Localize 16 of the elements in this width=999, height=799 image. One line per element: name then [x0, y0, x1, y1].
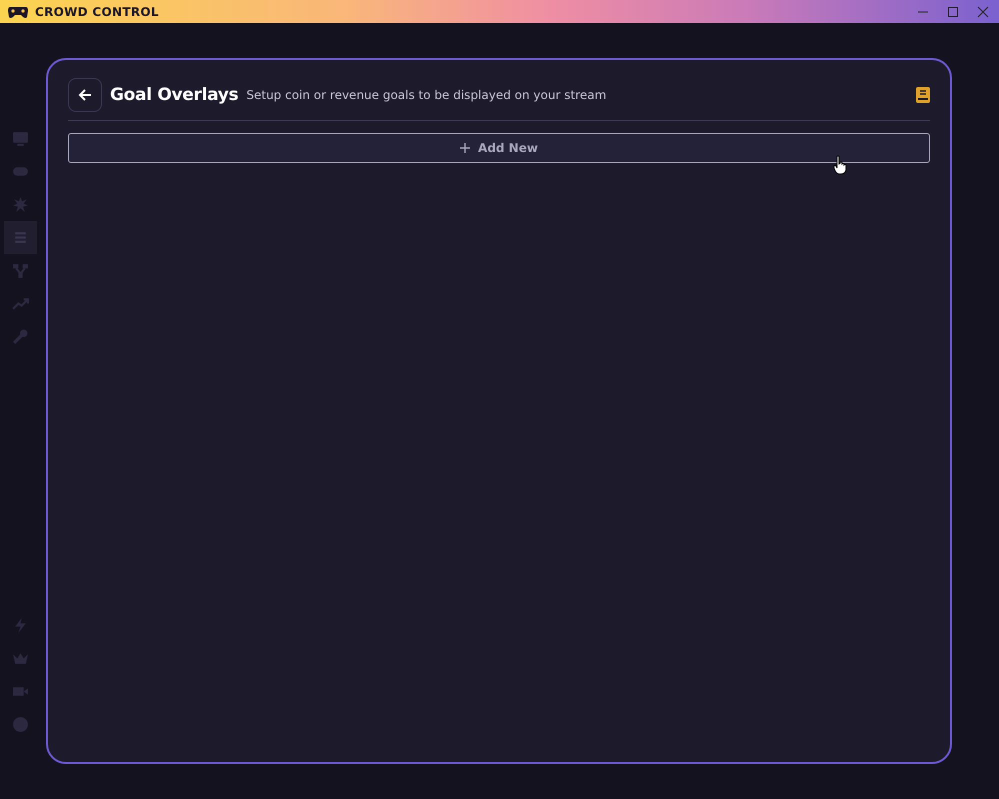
- plus-icon: [460, 143, 470, 153]
- splat-icon[interactable]: [12, 196, 28, 213]
- app-title: CROWD CONTROL: [35, 4, 159, 18]
- dialog-subtitle: Setup coin or revenue goals to be displayed on your stream: [246, 88, 606, 102]
- network-icon[interactable]: [12, 262, 28, 279]
- trend-icon[interactable]: [12, 295, 28, 312]
- book-icon[interactable]: [916, 87, 930, 103]
- maximize-icon[interactable]: [947, 6, 959, 18]
- back-arrow-icon: [78, 88, 92, 102]
- wrench-icon[interactable]: [12, 328, 28, 345]
- hand-cursor-icon: [833, 155, 847, 175]
- monitor-icon[interactable]: [12, 130, 28, 147]
- add-new-button[interactable]: Add New: [68, 133, 930, 163]
- dialog-title: Goal Overlays: [110, 85, 238, 105]
- back-button[interactable]: [68, 78, 102, 112]
- close-icon[interactable]: [977, 6, 989, 18]
